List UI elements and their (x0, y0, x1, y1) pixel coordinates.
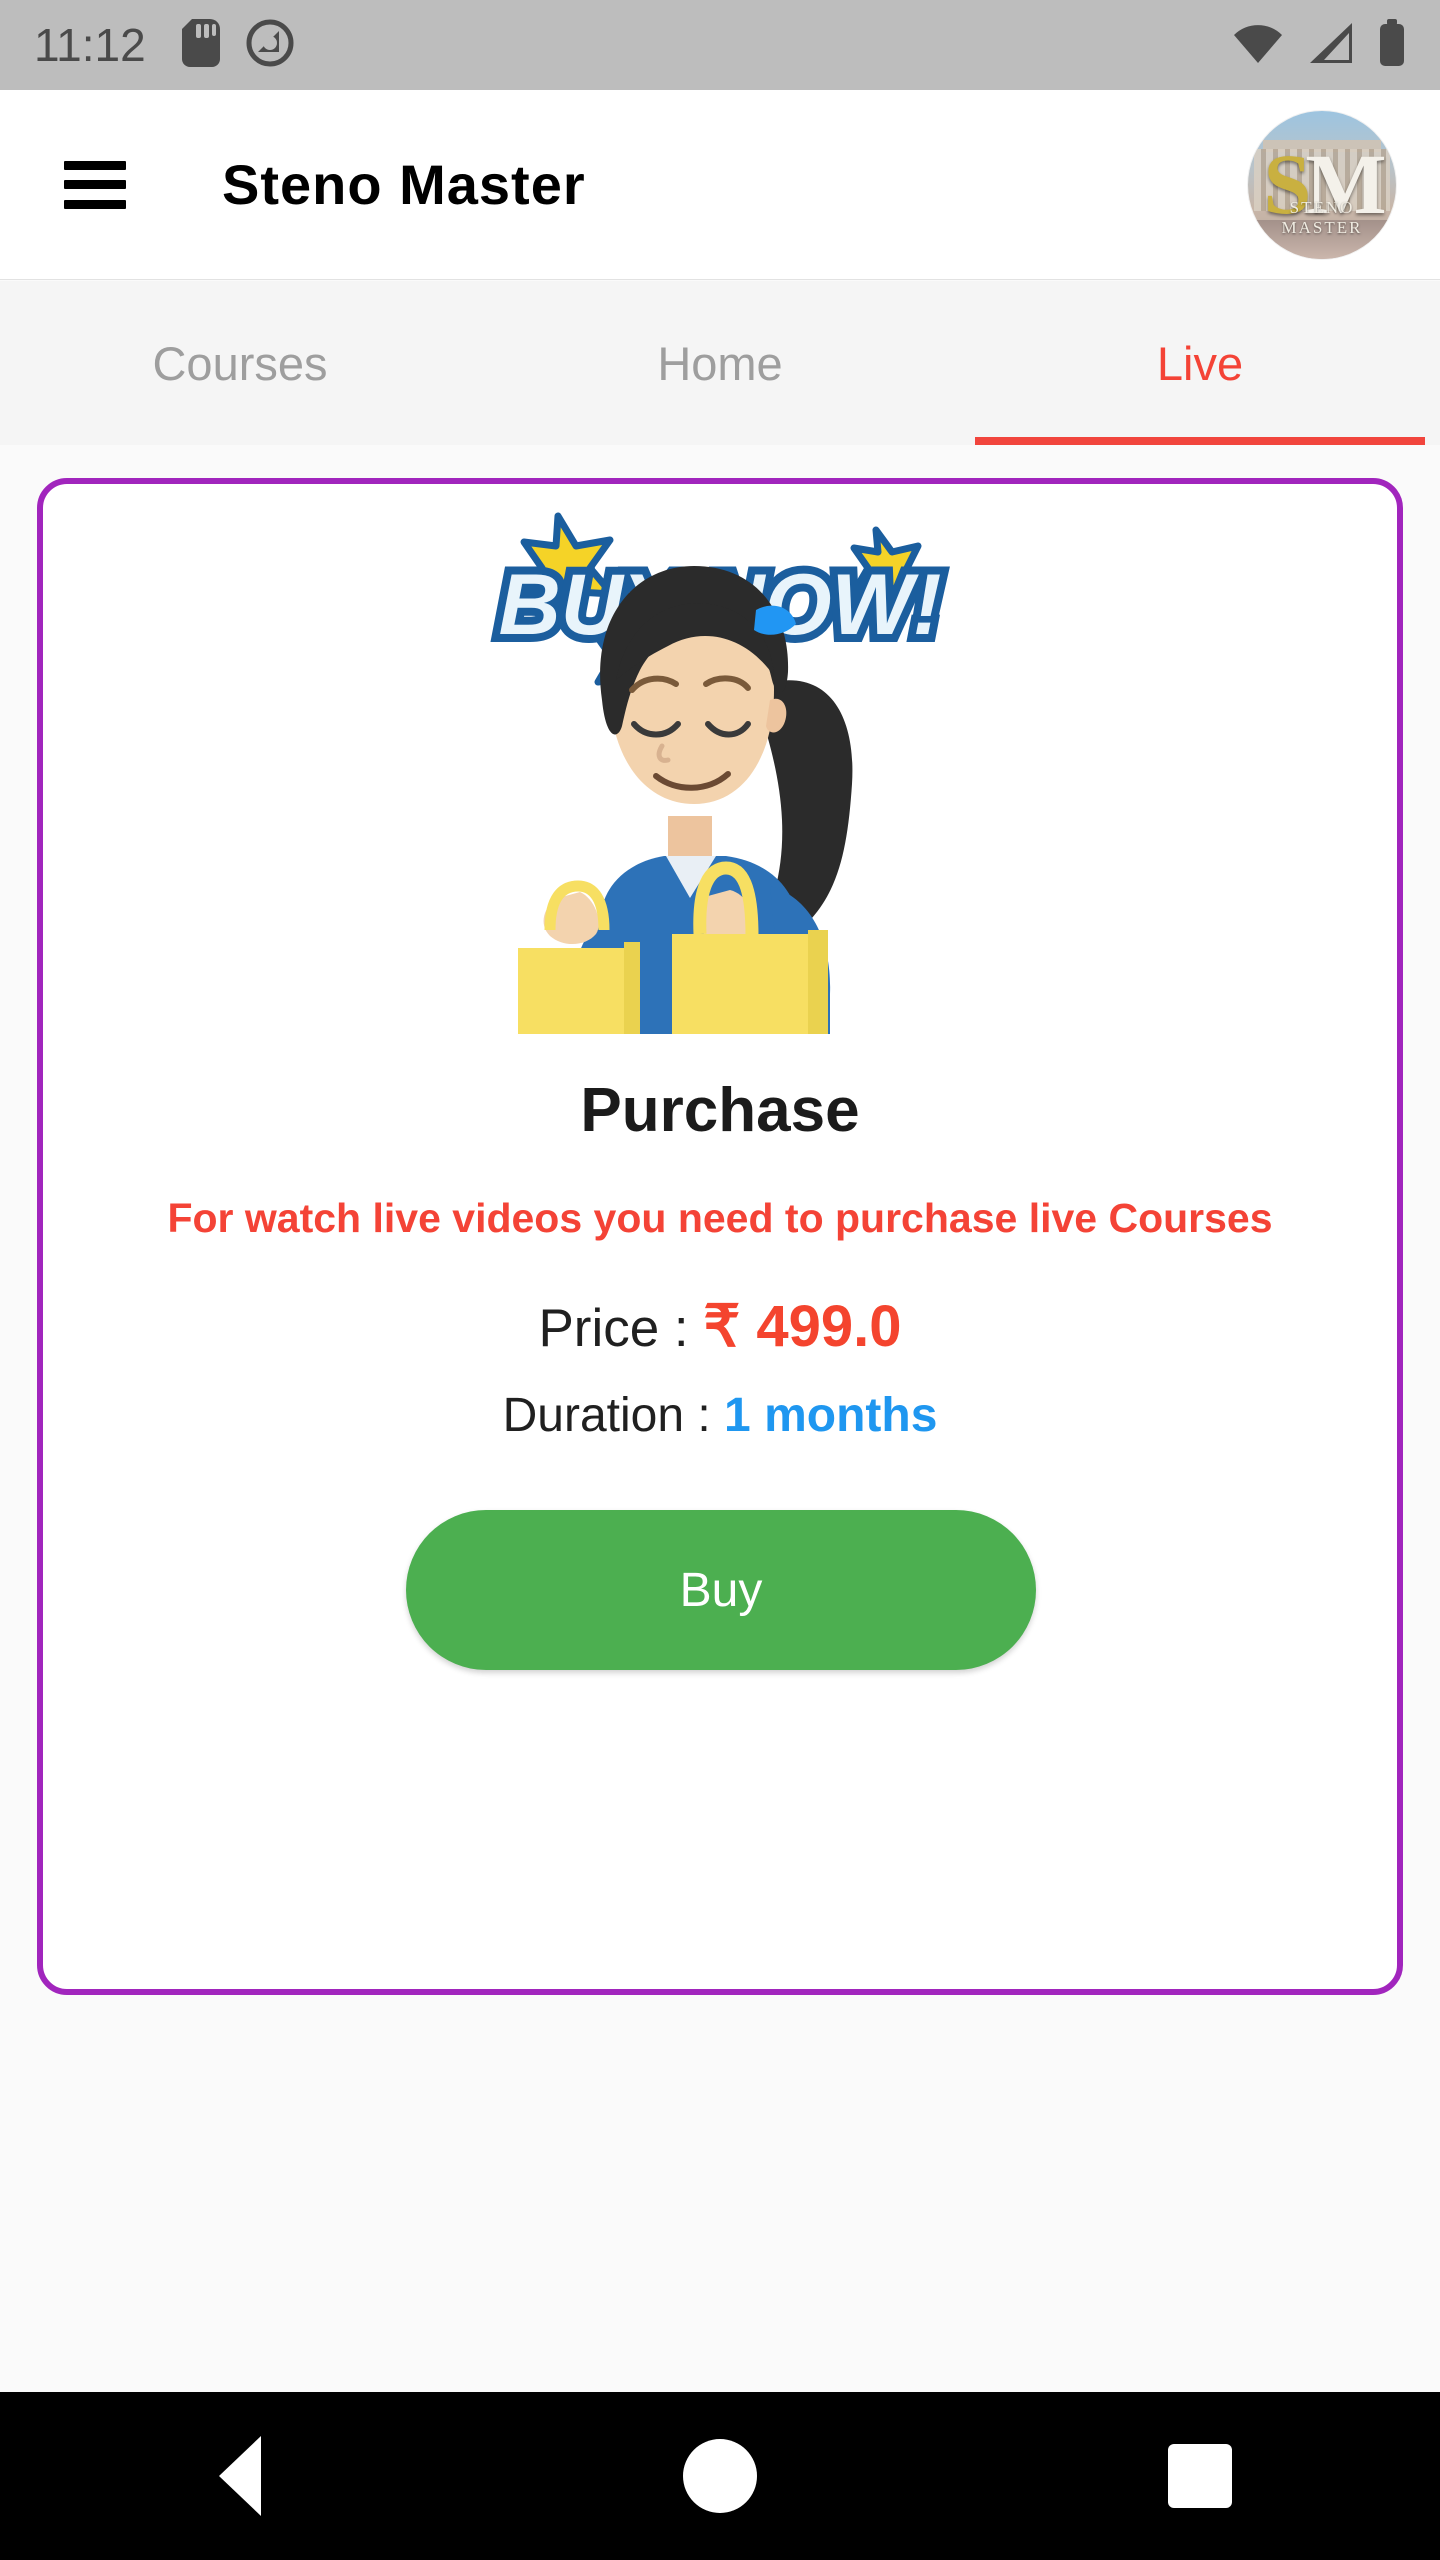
tab-live[interactable]: Live (960, 281, 1440, 445)
hamburger-line (64, 160, 126, 170)
data-saver-icon (246, 19, 294, 72)
status-clock: 11:12 (34, 19, 146, 71)
shopping-bag-right-side (808, 930, 828, 1034)
back-triangle-icon (219, 2436, 261, 2516)
card-title: Purchase (580, 1076, 860, 1145)
system-navigation-bar (0, 2392, 1440, 2560)
sd-card-icon (181, 18, 220, 72)
cellular-signal-icon (1308, 21, 1354, 70)
nav-back-button[interactable] (0, 2436, 480, 2516)
duration-label: Duration : (502, 1389, 725, 1442)
hamburger-line (64, 199, 126, 209)
nav-recents-button[interactable] (960, 2444, 1440, 2508)
tab-underline (975, 437, 1425, 445)
app-screen: 11:12 Steno Master SM STENO MASTER Cours… (0, 0, 1440, 2560)
hamburger-menu-icon[interactable] (64, 160, 126, 209)
wifi-icon (1232, 21, 1284, 70)
avatar[interactable]: SM STENO MASTER (1248, 110, 1396, 259)
nav-home-button[interactable] (480, 2439, 960, 2513)
page-title: Steno Master (222, 153, 586, 216)
battery-icon (1378, 18, 1406, 72)
status-right-icons (1232, 18, 1406, 72)
price-label: Price : (538, 1299, 704, 1358)
shopping-bag-left-side (624, 942, 640, 1034)
buy-button[interactable]: Buy (406, 1510, 1036, 1670)
app-bar: Steno Master SM STENO MASTER (0, 90, 1440, 280)
shopping-bag-right (672, 934, 826, 1034)
purchase-illustration: BUY NOW! (43, 494, 1397, 1034)
price-row: Price : ₹ 499.0 (0, 1292, 1440, 1360)
tab-courses[interactable]: Courses (0, 281, 480, 445)
tab-home-label: Home (657, 336, 783, 390)
shopping-bag-left (518, 948, 640, 1034)
price-value: ₹ 499.0 (703, 1294, 902, 1359)
tab-courses-label: Courses (152, 336, 328, 390)
card-description: For watch live videos you need to purcha… (167, 1195, 1273, 1241)
status-bar: 11:12 (0, 0, 1440, 90)
hamburger-line (64, 180, 126, 189)
woman-with-shopping-bags-illustration: BUY NOW! (491, 512, 949, 1034)
recents-square-icon (1168, 2444, 1232, 2508)
status-left-icons (181, 18, 294, 72)
avatar-brand-text: STENO MASTER (1281, 197, 1363, 237)
tab-live-label: Live (1156, 336, 1244, 390)
tab-bar: Courses Home Live (0, 281, 1440, 445)
duration-value: 1 months (724, 1389, 938, 1442)
tab-home[interactable]: Home (480, 281, 960, 445)
duration-row: Duration : 1 months (0, 1388, 1440, 1443)
home-circle-icon (683, 2439, 757, 2513)
